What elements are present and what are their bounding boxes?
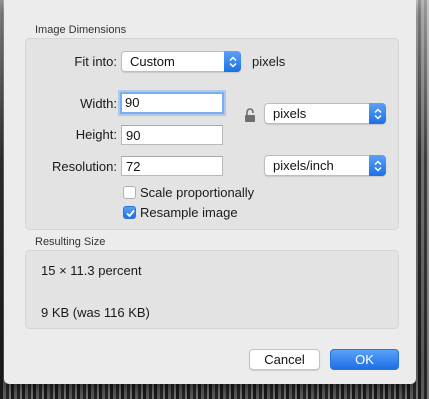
resolution-field[interactable]: 72 — [121, 156, 223, 176]
size-unit-popup[interactable]: pixels — [264, 103, 386, 124]
resulting-size-group: 15 × 11.3 percent 9 KB (was 116 KB) — [25, 250, 399, 329]
fit-into-selected: Custom — [130, 54, 175, 69]
cancel-button[interactable]: Cancel — [249, 349, 320, 370]
height-label: Height: — [75, 127, 117, 142]
resample-image-label[interactable]: Resample image — [140, 205, 238, 220]
width-field[interactable]: 90 — [120, 92, 224, 114]
resulting-size-title: Resulting Size — [35, 236, 106, 248]
width-label: Width: — [80, 96, 117, 111]
scale-proportionally-checkbox[interactable] — [123, 186, 136, 199]
up-down-chevron-icon — [224, 51, 241, 72]
fit-into-popup[interactable]: Custom — [121, 51, 241, 72]
scale-proportionally-label[interactable]: Scale proportionally — [140, 185, 254, 200]
resolution-unit-popup[interactable]: pixels/inch — [264, 155, 386, 176]
checkmark-icon — [126, 209, 135, 218]
size-unit-selected: pixels — [273, 106, 307, 121]
up-down-chevron-icon — [369, 155, 386, 176]
image-dimensions-title: Image Dimensions — [35, 24, 127, 36]
resulting-dimensions: 15 × 11.3 percent — [41, 263, 142, 278]
resolution-label: Resolution: — [51, 159, 117, 174]
resample-image-checkbox[interactable] — [123, 206, 136, 219]
up-down-chevron-icon — [369, 103, 386, 124]
image-size-dialog: Image Dimensions Fit into: Custom pixels… — [4, 0, 416, 384]
unlocked-padlock-icon[interactable] — [244, 108, 256, 123]
fit-into-unit-label: pixels — [252, 54, 286, 69]
height-field[interactable]: 90 — [121, 125, 223, 145]
image-dimensions-group: Fit into: Custom pixels Width: 90 Height… — [25, 38, 399, 230]
fit-into-label: Fit into: — [74, 54, 117, 69]
resulting-filesize: 9 KB (was 116 KB) — [41, 305, 150, 320]
resolution-unit-selected: pixels/inch — [273, 158, 334, 173]
ok-button[interactable]: OK — [330, 349, 399, 370]
